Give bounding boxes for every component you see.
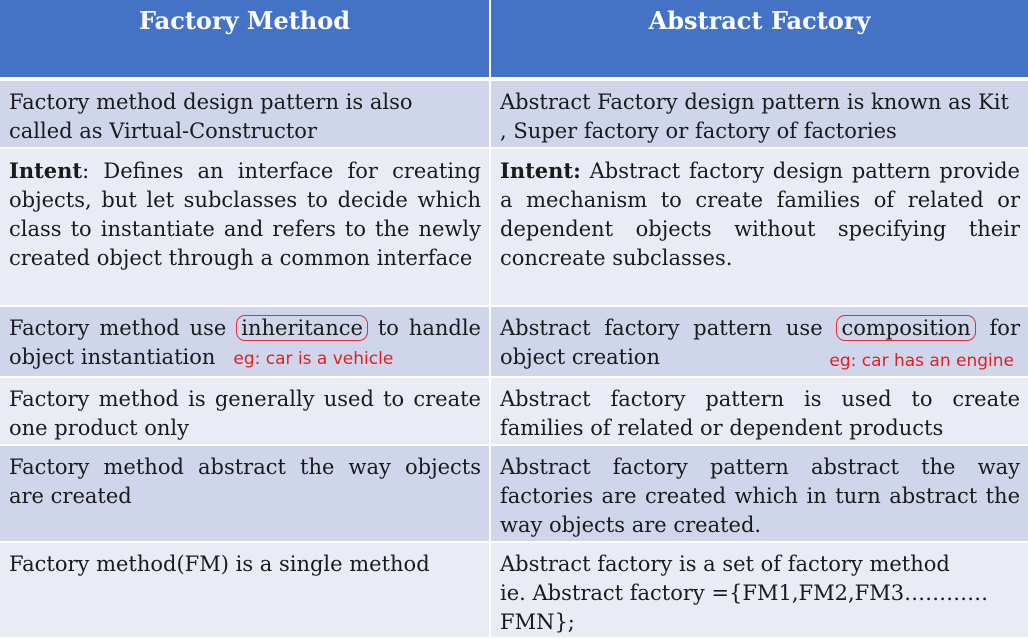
intent-label: Intent: bbox=[500, 158, 581, 183]
header-abstract-factory: Abstract Factory bbox=[490, 0, 1028, 81]
comparison-table: Factory Method Abstract Factory Factory … bbox=[0, 0, 1028, 639]
factory-method-cell: Factory method is generally used to crea… bbox=[0, 377, 491, 446]
table-row: Factory method use inheritance to handle… bbox=[0, 306, 1028, 378]
cell-line: object creation bbox=[500, 345, 660, 369]
intent-label: Intent bbox=[9, 158, 83, 183]
table-row: Factory method is generally used to crea… bbox=[0, 377, 1028, 446]
factory-method-cell: Factory method design pattern is also ca… bbox=[0, 79, 491, 149]
abstract-factory-cell: Abstract factory is a set of factory met… bbox=[490, 542, 1028, 639]
factory-method-cell: Factory method use inheritance to handle… bbox=[0, 306, 491, 378]
cell-line: ie. Abstract factory ={FM1,FM2,FM3…………FM… bbox=[500, 581, 989, 634]
composition-keyword: composition bbox=[836, 315, 976, 341]
cell-line: Abstract factory pattern use composition… bbox=[500, 315, 1020, 341]
factory-method-cell: Intent: Defines an interface for creatin… bbox=[0, 148, 491, 307]
cell-text: Abstract factory pattern is used to crea… bbox=[500, 387, 1020, 440]
abstract-factory-cell: Intent: Abstract factory design pattern … bbox=[490, 148, 1028, 307]
cell-text: Factory method design pattern is also ca… bbox=[9, 90, 413, 143]
table-row: Factory method abstract the way objects … bbox=[0, 445, 1028, 543]
factory-method-cell: Factory method abstract the way objects … bbox=[0, 445, 491, 543]
table-row: Intent: Defines an interface for creatin… bbox=[0, 148, 1028, 307]
cell-line: Factory method use inheritance to handle bbox=[9, 315, 481, 341]
header-row: Factory Method Abstract Factory bbox=[0, 0, 1028, 81]
header-factory-method: Factory Method bbox=[0, 0, 491, 81]
cell-text: Factory method is generally used to crea… bbox=[9, 387, 481, 440]
example-annotation: eg: car is a vehicle bbox=[233, 349, 394, 369]
inheritance-keyword: inheritance bbox=[236, 315, 368, 341]
example-annotation: eg: car has an engine bbox=[829, 351, 1014, 371]
cell-line: Abstract factory is a set of factory met… bbox=[500, 552, 950, 576]
abstract-factory-cell: Abstract factory pattern use composition… bbox=[490, 306, 1028, 378]
table-row: Factory method(FM) is a single method Ab… bbox=[0, 542, 1028, 639]
abstract-factory-cell: Abstract factory pattern abstract the wa… bbox=[490, 445, 1028, 543]
factory-method-cell: Factory method(FM) is a single method bbox=[0, 542, 491, 639]
cell-text: Factory method(FM) is a single method bbox=[9, 552, 430, 576]
cell-text: Abstract factory pattern abstract the wa… bbox=[500, 455, 1020, 537]
cell-text: Factory method abstract the way objects … bbox=[9, 455, 481, 508]
abstract-factory-cell: Abstract Factory design pattern is known… bbox=[490, 79, 1028, 149]
cell-text: Abstract Factory design pattern is known… bbox=[500, 90, 1009, 143]
abstract-factory-cell: Abstract factory pattern is used to crea… bbox=[490, 377, 1028, 446]
cell-line: object instantiation bbox=[9, 345, 216, 369]
table-row: Factory method design pattern is also ca… bbox=[0, 79, 1028, 149]
